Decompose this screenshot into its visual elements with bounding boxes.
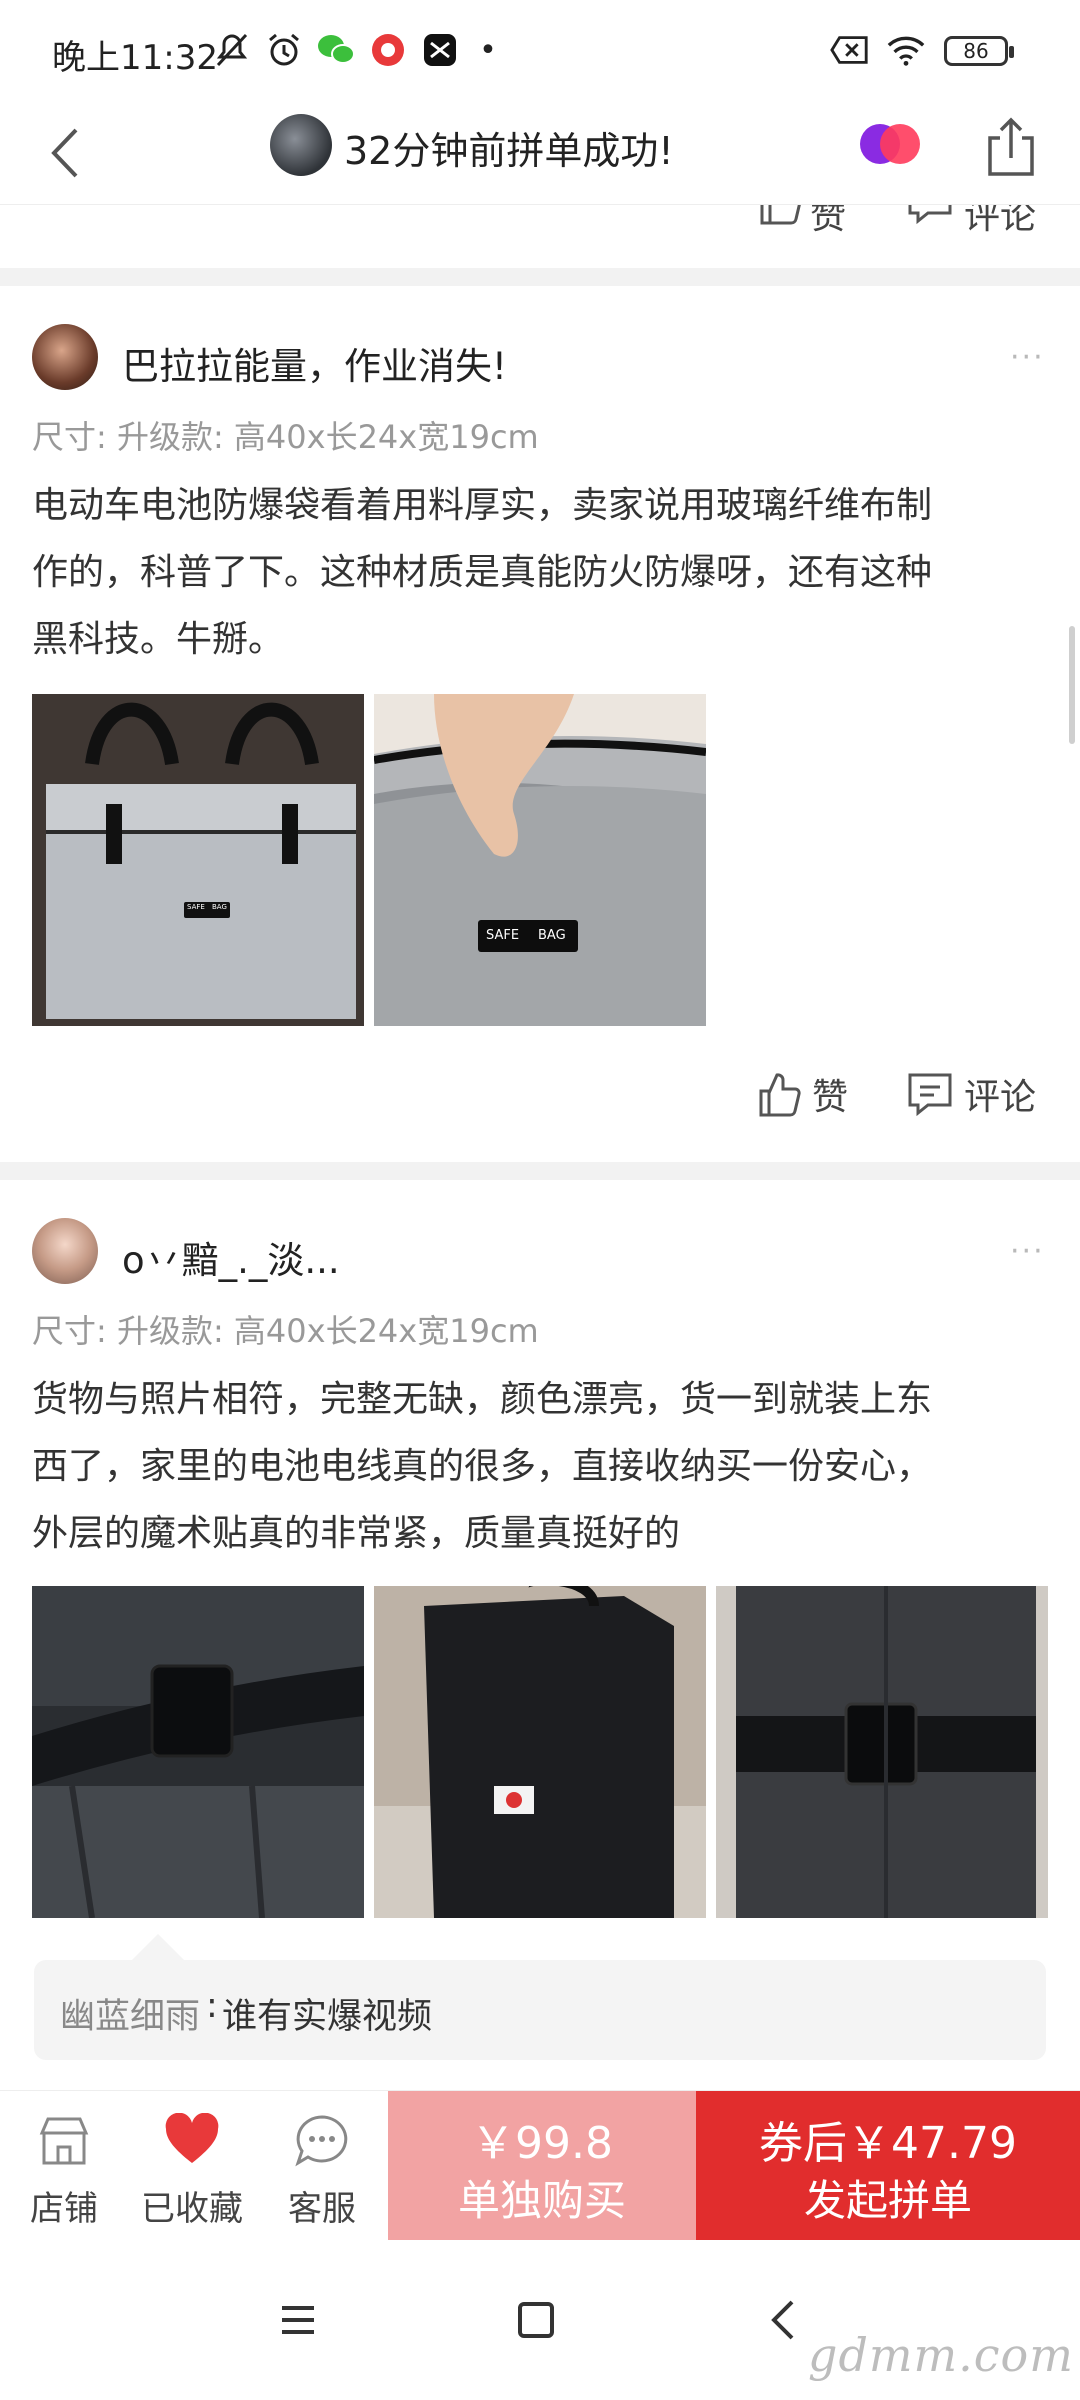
content-line: 西了，家里的电池电线真的很多，直接收纳买一份安心，	[32, 1446, 933, 1487]
system-nav-bar: gdmm.com	[0, 2240, 1080, 2400]
menu-icon[interactable]	[268, 2290, 328, 2350]
chat-icon	[295, 2115, 348, 2167]
like-button[interactable]: 赞	[756, 1068, 848, 1120]
scrollbar[interactable]	[1069, 626, 1075, 744]
store-button[interactable]: 店铺	[0, 2091, 120, 2241]
reviewer-avatar[interactable]	[32, 1218, 98, 1284]
spec-text: 尺寸: 升级款: 高40x长24x宽19cm	[32, 418, 539, 456]
section-divider	[0, 268, 1080, 286]
favorited-label: 已收藏	[141, 2189, 243, 2229]
group-buyer-avatar	[270, 114, 332, 176]
reviewer-avatar[interactable]	[32, 324, 98, 390]
status-time: 晚上11:32	[52, 38, 218, 78]
back-button[interactable]	[42, 118, 92, 188]
alarm-icon	[264, 30, 304, 70]
solo-price: ￥99.8	[471, 2118, 613, 2169]
heart-icon	[165, 2113, 219, 2163]
content-line: 外层的魔术贴真的非常紧，质量真挺好的	[32, 1513, 681, 1554]
thumbs-up-icon	[759, 1073, 801, 1117]
content-line: 黑科技。牛掰。	[32, 619, 285, 660]
review-photo[interactable]	[716, 1586, 1048, 1918]
wechat-icon	[316, 30, 356, 70]
like-label[interactable]: 赞	[810, 205, 846, 239]
reviewer-name: ο丷黯_._淡...	[122, 1239, 340, 1282]
store-icon	[39, 2117, 89, 2165]
comment-label: 评论	[964, 1077, 1037, 1118]
badge-text: BAG	[538, 928, 566, 943]
like-label: 赞	[812, 1077, 849, 1118]
capcut-icon	[420, 30, 460, 70]
favorite-button[interactable]: 已收藏	[128, 2091, 248, 2241]
content-line: 货物与照片相符，完整无缺，颜色漂亮，货一到就装上东	[32, 1379, 933, 1420]
wifi-icon	[886, 30, 926, 70]
solo-label: 单独购买	[457, 2176, 626, 2225]
bottom-purchase-bar: 店铺 已收藏 客服 ￥99.8 单独购买 券后￥47.79 发起拼单	[0, 2090, 1080, 2241]
group-success-title: 32分钟前拼单成功!	[344, 129, 674, 173]
section-divider	[0, 1162, 1080, 1180]
store-label: 店铺	[30, 2189, 98, 2229]
review-content: 电动车电池防爆袋看着用料厚实，卖家说用玻璃纤维布制 作的，科普了下。这种材质是真…	[32, 472, 1052, 673]
review-photo[interactable]: SAFE BAG	[374, 694, 706, 1026]
back-nav-icon[interactable]	[754, 2290, 814, 2350]
badge-text: SAFE	[486, 928, 520, 943]
comment-icon	[906, 205, 954, 229]
review-photo[interactable]	[32, 1586, 364, 1918]
customer-service-button[interactable]: 客服	[258, 2091, 378, 2241]
group-price: 券后￥47.79	[759, 2118, 1017, 2169]
top-nav: 32分钟前拼单成功!	[0, 100, 1080, 205]
reply-comment[interactable]: 幽蓝细雨 : 谁有实爆视频	[34, 1934, 1046, 2060]
status-bar: 晚上11:32 • 86	[0, 0, 1080, 100]
previous-review-actions: 赞 评论	[0, 205, 1080, 265]
start-group-buy-button[interactable]: 券后￥47.79 发起拼单	[696, 2091, 1080, 2241]
dot-icon: •	[479, 32, 497, 68]
review-card: 巴拉拉能量，作业消失! ··· 尺寸: 升级款: 高40x长24x宽19cm 电…	[0, 286, 1080, 1160]
thumbs-up-icon	[758, 205, 802, 229]
reply-author: 幽蓝细雨	[60, 1997, 201, 2037]
more-options-icon[interactable]: ···	[1010, 1234, 1045, 1269]
comment-label[interactable]: 评论	[964, 205, 1036, 239]
muted-icon	[212, 30, 252, 70]
share-icon[interactable]	[984, 116, 1038, 178]
review-content: 货物与照片相符，完整无缺，颜色漂亮，货一到就装上东 西了，家里的电池电线真的很多…	[32, 1366, 1052, 1567]
content-line: 电动车电池防爆袋看着用料厚实，卖家说用玻璃纤维布制	[32, 485, 933, 526]
colon-separator: :	[206, 1986, 218, 2026]
reply-text: 谁有实爆视频	[222, 1997, 433, 2037]
badge-text: BAG	[212, 903, 227, 911]
comment-button[interactable]: 评论	[906, 1068, 1036, 1120]
review-photo[interactable]: SAFE BAG	[32, 694, 364, 1026]
chat-bubbles-icon[interactable]	[856, 120, 926, 170]
home-icon[interactable]	[506, 2290, 566, 2350]
spec-text: 尺寸: 升级款: 高40x长24x宽19cm	[32, 1312, 539, 1350]
group-label: 发起拼单	[803, 2176, 972, 2225]
buy-alone-button[interactable]: ￥99.8 单独购买	[388, 2091, 696, 2241]
review-photo[interactable]	[374, 1586, 706, 1918]
comment-icon	[908, 1073, 952, 1117]
more-options-icon[interactable]: ···	[1010, 340, 1045, 375]
watermark: gdmm.com	[808, 2328, 1074, 2382]
music-app-icon	[368, 30, 408, 70]
badge-text: SAFE	[187, 903, 205, 911]
content-line: 作的，科普了下。这种材质是真能防火防爆呀，还有这种	[32, 552, 933, 593]
no-sim-icon	[830, 30, 870, 70]
service-label: 客服	[288, 2189, 356, 2229]
battery-indicator: 86	[944, 36, 1014, 66]
reviewer-name: 巴拉拉能量，作业消失!	[122, 345, 507, 388]
